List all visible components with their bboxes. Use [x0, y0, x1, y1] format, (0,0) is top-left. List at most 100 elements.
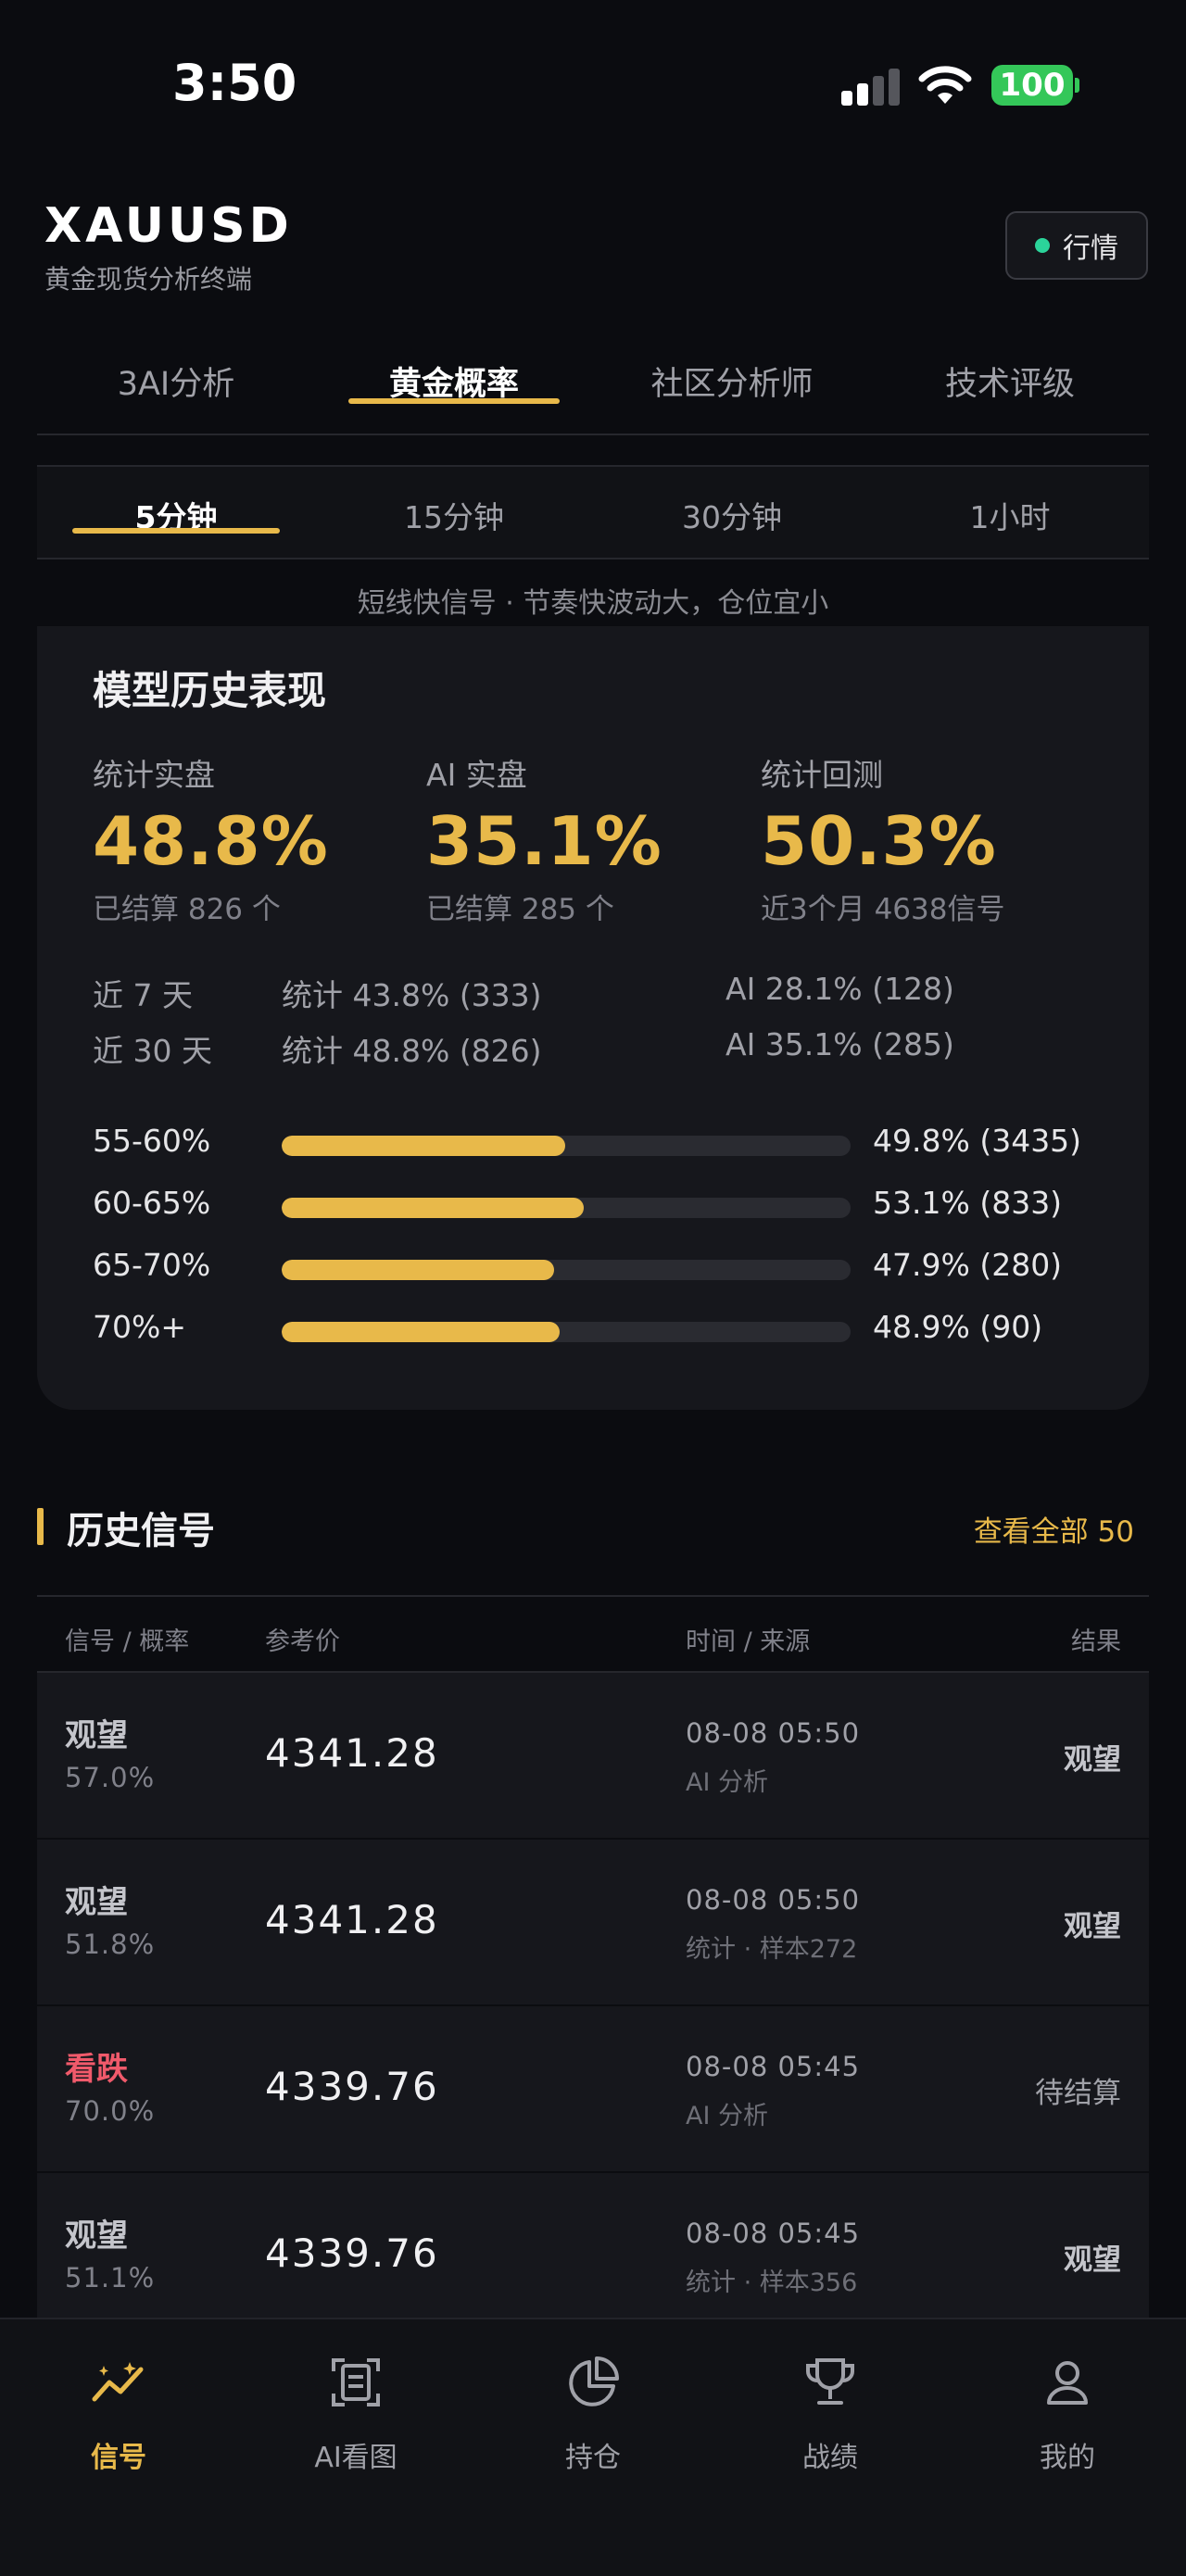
- tab-30min[interactable]: 30分钟: [593, 467, 871, 558]
- recent-row-30d: 近 30 天 统计 48.8% (826) AI 35.1% (285): [93, 1026, 1112, 1074]
- nav-label: 持仓: [565, 2442, 621, 2474]
- history-title: 历史信号: [67, 1510, 215, 1552]
- column-header: 参考价: [265, 1627, 340, 1656]
- range-label: 55-60%: [93, 1123, 211, 1159]
- signal-source: 统计 · 样本356: [686, 2268, 858, 2297]
- signal-result: 观望: [1064, 1743, 1121, 1777]
- range-label: 60-65%: [93, 1185, 211, 1221]
- reference-price: 4341.28: [265, 1897, 439, 1942]
- signal-label: 观望: [65, 2218, 128, 2255]
- range-bar: [282, 1322, 851, 1342]
- signal-label: 观望: [65, 1717, 128, 1754]
- tab-1hour[interactable]: 1小时: [871, 467, 1149, 558]
- recent-row-7d: 近 7 天 统计 43.8% (333) AI 28.1% (128): [93, 971, 1112, 1019]
- stat-sub: 近3个月 4638信号: [761, 893, 1005, 926]
- stat-sub: 已结算 285 个: [426, 893, 614, 926]
- stat-value: 48.8%: [93, 802, 329, 880]
- app-subtitle: 黄金现货分析终端: [44, 264, 253, 295]
- tab-5min[interactable]: 5分钟: [37, 467, 315, 558]
- reference-price: 4341.28: [265, 1730, 439, 1776]
- range-label: 70%+: [93, 1309, 186, 1345]
- probability-range-row: 65-70% 47.9% (280): [93, 1239, 1130, 1295]
- signal-label: 观望: [65, 1884, 128, 1921]
- recent-period: 近 7 天: [93, 977, 193, 1013]
- stat-label: 统计回测: [761, 757, 883, 793]
- signal-probability: 51.1%: [65, 2262, 156, 2293]
- range-bar-fill: [282, 1198, 585, 1218]
- status-time: 3:50: [172, 54, 297, 112]
- range-value: 49.8% (3435): [873, 1123, 1082, 1159]
- market-button-label: 行情: [1063, 232, 1118, 265]
- table-row[interactable]: 观望 51.8% 4341.28 08-08 05:50 统计 · 样本272 …: [37, 1840, 1149, 2006]
- pie-chart-icon: [569, 2356, 619, 2406]
- recent-ai: AI 35.1% (285): [725, 1026, 954, 1062]
- tab-technical-rating[interactable]: 技术评级: [871, 343, 1149, 434]
- bottom-navigation: 信号 AI看图 持仓 战绩 我的: [0, 2318, 1186, 2576]
- battery-indicator: 100: [991, 65, 1079, 106]
- probability-range-row: 55-60% 49.8% (3435): [93, 1115, 1130, 1171]
- signal-time: 08-08 05:50: [686, 1884, 861, 1916]
- tab-3ai-analysis[interactable]: 3AI分析: [37, 343, 315, 434]
- signal-source: AI 分析: [686, 2102, 769, 2130]
- recent-ai: AI 28.1% (128): [725, 971, 954, 1007]
- stat-backtest: 统计回测 50.3% 近3个月 4638信号: [761, 750, 1076, 927]
- tab-gold-probability[interactable]: 黄金概率: [315, 343, 593, 434]
- stat-label: AI 实盘: [426, 757, 527, 793]
- signal-time: 08-08 05:50: [686, 1717, 861, 1749]
- range-bar: [282, 1260, 851, 1280]
- signal-result: 待结算: [1035, 2077, 1121, 2110]
- range-bar-fill: [282, 1260, 555, 1280]
- nav-label: 我的: [1040, 2442, 1095, 2474]
- table-row[interactable]: 观望 57.0% 4341.28 08-08 05:50 AI 分析 观望: [37, 1673, 1149, 1840]
- table-row[interactable]: 观望 51.1% 4339.76 08-08 05:45 统计 · 样本356 …: [37, 2173, 1149, 2340]
- signal-time: 08-08 05:45: [686, 2051, 861, 2082]
- probability-range-row: 70%+ 48.9% (90): [93, 1301, 1130, 1357]
- range-value: 53.1% (833): [873, 1185, 1063, 1221]
- tab-community-analysts[interactable]: 社区分析师: [593, 343, 871, 434]
- recent-stat: 统计 43.8% (333): [282, 977, 542, 1013]
- nav-record[interactable]: 战绩: [712, 2319, 949, 2576]
- table-header: 信号 / 概率 参考价 时间 / 来源 结果: [37, 1595, 1149, 1673]
- signal-time: 08-08 05:45: [686, 2218, 861, 2249]
- status-bar: 3:50 100: [0, 0, 1186, 176]
- signal-probability: 70.0%: [65, 2095, 156, 2127]
- cellular-signal-icon: [841, 67, 901, 106]
- performance-card: 模型历史表现 统计实盘 48.8% 已结算 826 个 AI 实盘 35.1% …: [37, 626, 1149, 1410]
- trophy-icon: [806, 2358, 854, 2405]
- user-icon: [1047, 2361, 1088, 2405]
- timeframe-tabs: 5分钟 15分钟 30分钟 1小时: [37, 465, 1149, 559]
- main-tabs: 3AI分析 黄金概率 社区分析师 技术评级: [37, 343, 1149, 435]
- nav-positions[interactable]: 持仓: [474, 2319, 712, 2576]
- online-dot-icon: [1035, 238, 1050, 253]
- range-value: 47.9% (280): [873, 1247, 1063, 1283]
- stat-label: 统计实盘: [93, 757, 215, 793]
- nav-label: 战绩: [802, 2442, 858, 2474]
- market-button[interactable]: 行情: [1005, 211, 1148, 280]
- section-accent-bar: [37, 1508, 44, 1545]
- nav-ai-chart[interactable]: AI看图: [237, 2319, 474, 2576]
- stat-ai-live: AI 实盘 35.1% 已结算 285 个: [426, 750, 741, 927]
- column-header: 信号 / 概率: [65, 1627, 190, 1656]
- reference-price: 4339.76: [265, 2230, 439, 2276]
- range-bar: [282, 1198, 851, 1218]
- signal-result: 观望: [1064, 2243, 1121, 2277]
- range-value: 48.9% (90): [873, 1309, 1043, 1345]
- signal-result: 观望: [1064, 1910, 1121, 1943]
- table-row[interactable]: 看跌 70.0% 4339.76 08-08 05:45 AI 分析 待结算: [37, 2006, 1149, 2173]
- reference-price: 4339.76: [265, 2064, 439, 2109]
- history-table: 信号 / 概率 参考价 时间 / 来源 结果 观望 57.0% 4341.28 …: [37, 1595, 1149, 2340]
- nav-label: AI看图: [314, 2442, 397, 2474]
- stat-live: 统计实盘 48.8% 已结算 826 个: [93, 750, 408, 927]
- view-all-link[interactable]: 查看全部 50: [974, 1508, 1134, 1550]
- stat-value: 35.1%: [426, 802, 662, 880]
- signal-source: 统计 · 样本272: [686, 1935, 858, 1964]
- nav-signal[interactable]: 信号: [0, 2319, 237, 2576]
- column-header: 结果: [1071, 1627, 1121, 1656]
- signal-source: AI 分析: [686, 1768, 769, 1797]
- signal-chart-icon: [92, 2362, 144, 2402]
- nav-profile[interactable]: 我的: [949, 2319, 1186, 2576]
- nav-label: 信号: [91, 2442, 146, 2474]
- recent-period: 近 30 天: [93, 1033, 212, 1069]
- tab-15min[interactable]: 15分钟: [315, 467, 593, 558]
- stat-value: 50.3%: [761, 802, 997, 880]
